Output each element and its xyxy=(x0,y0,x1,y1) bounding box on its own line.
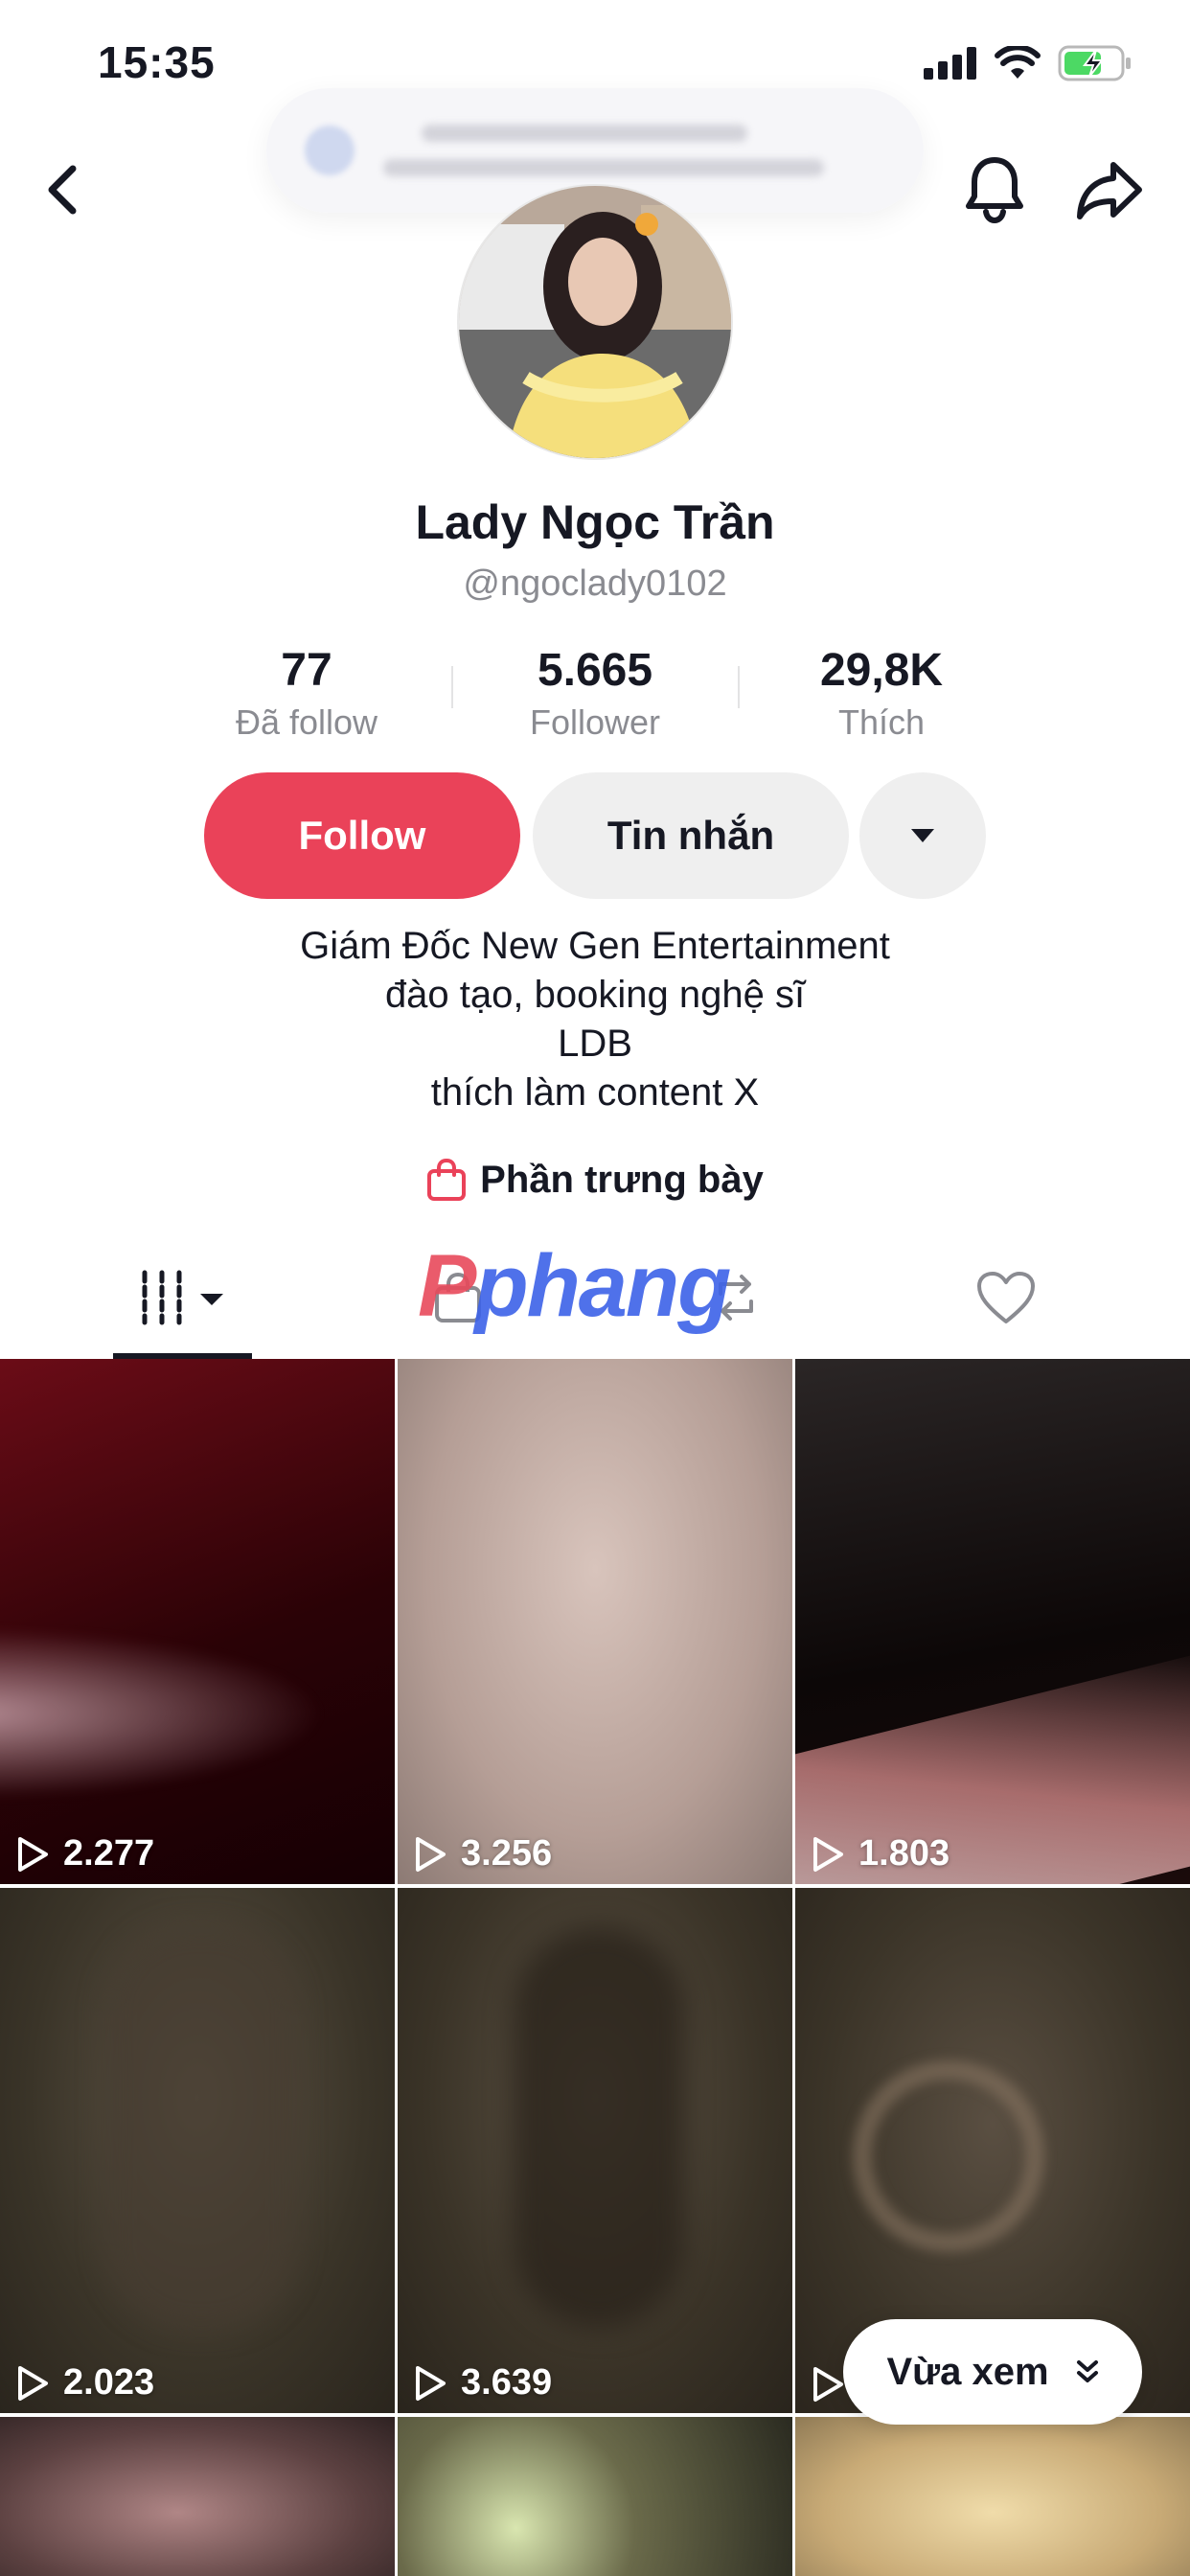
heart-icon xyxy=(977,1272,1035,1323)
recently-viewed-button[interactable]: Vừa xem xyxy=(843,2319,1142,2425)
video-thumbnail[interactable]: 2.023 xyxy=(0,1888,395,2413)
play-icon xyxy=(813,1836,843,1872)
share-button[interactable] xyxy=(1071,151,1148,228)
double-chevron-down-icon xyxy=(1076,2360,1098,2382)
profile-name: Lady Ngọc Trần xyxy=(415,495,775,549)
grid-lines-icon xyxy=(142,1270,223,1325)
stat-likes-value: 29,8K xyxy=(819,645,944,696)
battery-icon xyxy=(1058,45,1131,81)
view-count: 1.803 xyxy=(811,1833,950,1874)
back-button[interactable] xyxy=(25,151,102,228)
profile-bio: Giám Đốc New Gen Entertainment đào tạo, … xyxy=(0,922,1190,1117)
play-icon xyxy=(813,2367,843,2402)
showcase-label: Phần trưng bày xyxy=(480,1158,764,1201)
bio-line: Giám Đốc New Gen Entertainment xyxy=(300,925,890,967)
tab-videos[interactable] xyxy=(113,1236,252,1359)
watermark-logo: Pphang xyxy=(418,1237,731,1335)
more-options-button[interactable] xyxy=(859,772,986,899)
video-thumbnail[interactable]: 2.277 xyxy=(0,1359,395,1884)
recently-viewed-label: Vừa xem xyxy=(886,2350,1049,2393)
share-arrow-icon xyxy=(1077,162,1142,219)
view-count: 2.023 xyxy=(15,2362,154,2404)
profile-avatar[interactable] xyxy=(457,184,733,460)
caret-down-icon xyxy=(911,829,934,842)
stat-followers[interactable]: 5.665 Follower xyxy=(480,644,710,743)
stat-likes-label: Thích xyxy=(837,702,926,742)
video-thumbnail[interactable]: 1.803 xyxy=(795,1359,1190,1884)
stat-divider xyxy=(738,666,740,708)
view-count: 3.256 xyxy=(413,1833,552,1874)
chevron-left-icon xyxy=(48,165,77,215)
view-count: 2.277 xyxy=(15,1833,154,1874)
video-thumbnail[interactable] xyxy=(795,2417,1190,2576)
showcase-link[interactable]: Phần trưng bày xyxy=(0,1158,1190,1202)
notification-app-icon xyxy=(305,126,355,175)
bio-line: thích làm content X xyxy=(430,1071,760,1114)
video-thumbnail[interactable] xyxy=(398,2417,792,2576)
status-icons xyxy=(924,44,1133,82)
stat-divider xyxy=(451,666,453,708)
profile-handle: @ngoclady0102 xyxy=(463,564,727,604)
notifications-button[interactable] xyxy=(956,151,1033,228)
bio-line: LDB xyxy=(558,1023,632,1065)
stat-likes[interactable]: 29,8K Thích xyxy=(767,644,996,743)
stat-following[interactable]: 77 Đã follow xyxy=(192,644,422,743)
wifi-icon xyxy=(995,46,1041,79)
bio-line: đào tạo, booking nghệ sĩ xyxy=(384,974,806,1016)
play-icon xyxy=(18,2365,48,2401)
shopping-bag-icon xyxy=(427,1158,467,1201)
signal-icon xyxy=(924,47,976,80)
stat-following-label: Đã follow xyxy=(235,702,378,742)
play-icon xyxy=(416,2365,446,2401)
stat-following-value: 77 xyxy=(281,645,332,696)
video-thumbnail[interactable] xyxy=(0,2417,395,2576)
stat-followers-value: 5.665 xyxy=(537,645,653,696)
message-button[interactable]: Tin nhắn xyxy=(533,772,849,899)
play-icon xyxy=(18,1836,48,1872)
play-icon xyxy=(416,1836,446,1872)
view-count: 3.639 xyxy=(413,2362,552,2404)
tab-liked[interactable] xyxy=(949,1236,1064,1359)
video-thumbnail[interactable]: 3.639 xyxy=(398,1888,792,2413)
status-time: 15:35 xyxy=(98,37,216,87)
stat-followers-label: Follower xyxy=(529,702,661,742)
video-thumbnail[interactable]: 3.256 xyxy=(398,1359,792,1884)
follow-button[interactable]: Follow xyxy=(204,772,520,899)
bell-icon xyxy=(966,157,1023,223)
